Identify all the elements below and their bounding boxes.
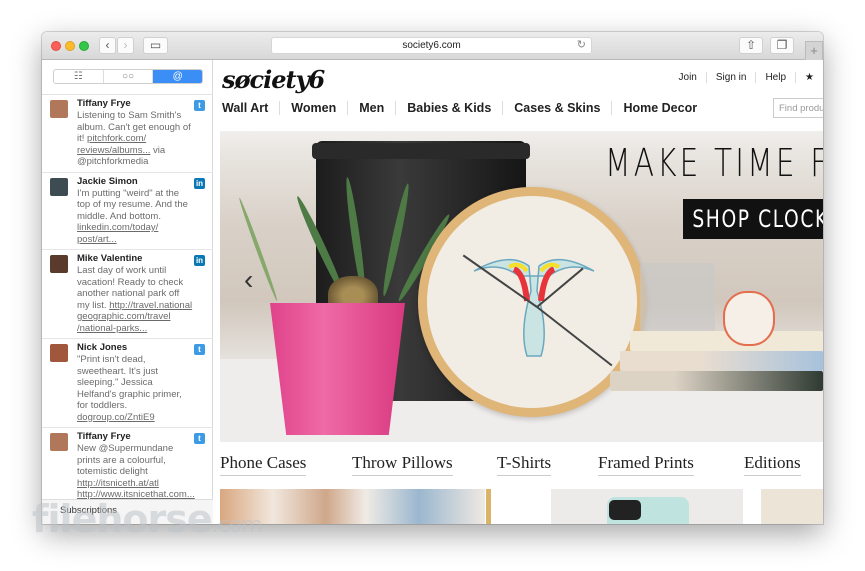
chevron-left-icon: ‹: [105, 38, 110, 52]
shared-link-item[interactable]: Tiffany Frye New @Supermundane prints are…: [42, 428, 213, 499]
category-framed-prints[interactable]: Framed Prints: [598, 453, 694, 476]
shared-link-item[interactable]: Nick Jones "Print isn't dead, sweetheart.…: [42, 339, 213, 428]
author-name: Tiffany Frye: [77, 431, 131, 442]
share-button[interactable]: ⇧: [739, 37, 763, 54]
avatar: [50, 255, 68, 273]
author-name: Nick Jones: [77, 342, 128, 353]
nav-men[interactable]: Men: [347, 101, 395, 115]
avatar: [50, 100, 68, 118]
category-t-shirts[interactable]: T-Shirts: [497, 453, 552, 476]
post-link[interactable]: dogroup.co/ZntiE9: [77, 412, 155, 423]
plus-icon: +: [810, 43, 818, 58]
avatar: [50, 433, 68, 451]
camera-icon: [609, 500, 641, 520]
nav-cases-skins[interactable]: Cases & Skins: [502, 101, 611, 115]
sugar-skull-image: [723, 291, 775, 346]
category-phone-cases[interactable]: Phone Cases: [220, 453, 307, 476]
tab-reading-list[interactable]: ○○: [104, 70, 154, 83]
browser-window: ‹ › ▭ society6.com ↻ ⇧ ❐ + ☷ ○○ @ Tiffan…: [42, 32, 823, 524]
close-button[interactable]: [51, 41, 61, 51]
nav-wall-art[interactable]: Wall Art: [222, 101, 279, 115]
shared-link-item[interactable]: Mike Valentine Last day of work until vac…: [42, 250, 213, 339]
site-logo[interactable]: søciety6: [222, 65, 325, 94]
author-name: Jackie Simon: [77, 175, 138, 187]
hero-headline: MAKE TIME FO: [605, 141, 823, 185]
nav-babies-kids[interactable]: Babies & Kids: [395, 101, 502, 115]
avatar: [50, 177, 68, 196]
web-content: søciety6 Join Sign in Help ★ Wall Art Women M…: [214, 60, 823, 524]
books-image: [610, 331, 823, 411]
join-link[interactable]: Join: [670, 72, 706, 83]
carousel-prev-icon[interactable]: ‹: [244, 264, 253, 296]
avatar: [50, 344, 68, 362]
sign-in-link[interactable]: Sign in: [705, 72, 756, 83]
sidebar: ☷ ○○ @ Tiffany Frye Listening to Sam Smit…: [42, 60, 213, 524]
post-link[interactable]: linkedin.com/today/ post/art...: [77, 222, 158, 245]
at-icon: @: [172, 71, 183, 82]
shared-links-feed[interactable]: Tiffany Frye Listening to Sam Smith's alb…: [42, 95, 213, 499]
zoom-button[interactable]: [79, 41, 89, 51]
forward-button[interactable]: ›: [117, 37, 134, 54]
post-text: "Print isn't dead, sweetheart. It's just…: [77, 354, 182, 423]
product-framed-print[interactable]: [761, 489, 823, 524]
main-nav: Wall Art Women Men Babies & Kids Cases & Ski…: [222, 101, 708, 115]
hero-banner[interactable]: MAKE TIME FO SHOP CLOCK ‹: [220, 131, 823, 442]
account-links: Join Sign in Help ★: [670, 72, 823, 83]
nav-women[interactable]: Women: [279, 101, 347, 115]
twitter-icon: t: [194, 100, 205, 111]
post-link[interactable]: pitchfork.com/ reviews/albums...: [77, 133, 150, 156]
black-pot-rim: [312, 143, 530, 159]
author-name: Tiffany Frye: [77, 98, 131, 109]
share-icon: ⇧: [745, 38, 757, 52]
address-bar[interactable]: society6.com ↻: [271, 37, 592, 54]
reload-icon[interactable]: ↻: [577, 38, 586, 53]
pink-pot-image: [270, 303, 405, 435]
post-text: Listening to Sam Smith's album. Can't ge…: [77, 110, 191, 167]
url-text: society6.com: [402, 40, 461, 51]
tab-bookmarks[interactable]: ☷: [54, 70, 104, 83]
product-thumbnails: [220, 489, 823, 524]
help-link[interactable]: Help: [755, 72, 795, 83]
author-name: Mike Valentine: [77, 253, 143, 264]
twitter-icon: t: [194, 344, 205, 355]
shop-clocks-button[interactable]: SHOP CLOCK: [683, 199, 823, 239]
show-tabs-button[interactable]: ❐: [770, 37, 794, 54]
linkedin-icon: in: [194, 177, 205, 189]
search-input[interactable]: Find produ: [773, 98, 823, 118]
linkedin-icon: in: [194, 255, 205, 266]
title-bar: ‹ › ▭ society6.com ↻ ⇧ ❐ +: [42, 32, 823, 60]
product-phone-case[interactable]: [551, 489, 743, 524]
phone-case-shape: [607, 497, 689, 524]
back-button[interactable]: ‹: [99, 37, 116, 54]
chevron-right-icon: ›: [123, 38, 128, 52]
post-text: I'm putting "weird" at the top of my res…: [77, 187, 188, 245]
star-icon[interactable]: ★: [795, 72, 823, 83]
post-text: Last day of work until vacation! Ready t…: [77, 265, 193, 334]
post-link[interactable]: http://itsniceth.at/atl http://www.itsni…: [77, 478, 195, 500]
watermark: filehorse.com: [32, 497, 263, 541]
glasses-icon: ○○: [121, 71, 135, 82]
book: [610, 371, 823, 391]
candle-glass-image: [640, 263, 715, 333]
shared-link-item[interactable]: Jackie Simon I'm putting "weird" at the t…: [42, 173, 213, 250]
twitter-icon: t: [194, 433, 205, 444]
new-tab-button[interactable]: +: [805, 41, 823, 60]
sidebar-icon: ▭: [149, 38, 162, 52]
book-icon: ☷: [73, 71, 83, 82]
nav-home-decor[interactable]: Home Decor: [611, 101, 708, 115]
book: [620, 351, 823, 371]
category-throw-pillows[interactable]: Throw Pillows: [352, 453, 453, 476]
minimize-button[interactable]: [65, 41, 75, 51]
tab-shared-links[interactable]: @: [153, 70, 202, 83]
sidebar-segmented-control: ☷ ○○ @: [53, 69, 203, 84]
category-editions[interactable]: Editions: [744, 453, 801, 476]
tabs-icon: ❐: [776, 38, 788, 52]
divider: [486, 489, 491, 524]
post-text: New @Supermundane prints are a colourful…: [77, 443, 195, 500]
shared-link-item[interactable]: Tiffany Frye Listening to Sam Smith's alb…: [42, 95, 213, 173]
sidebar-toggle-button[interactable]: ▭: [143, 37, 168, 54]
